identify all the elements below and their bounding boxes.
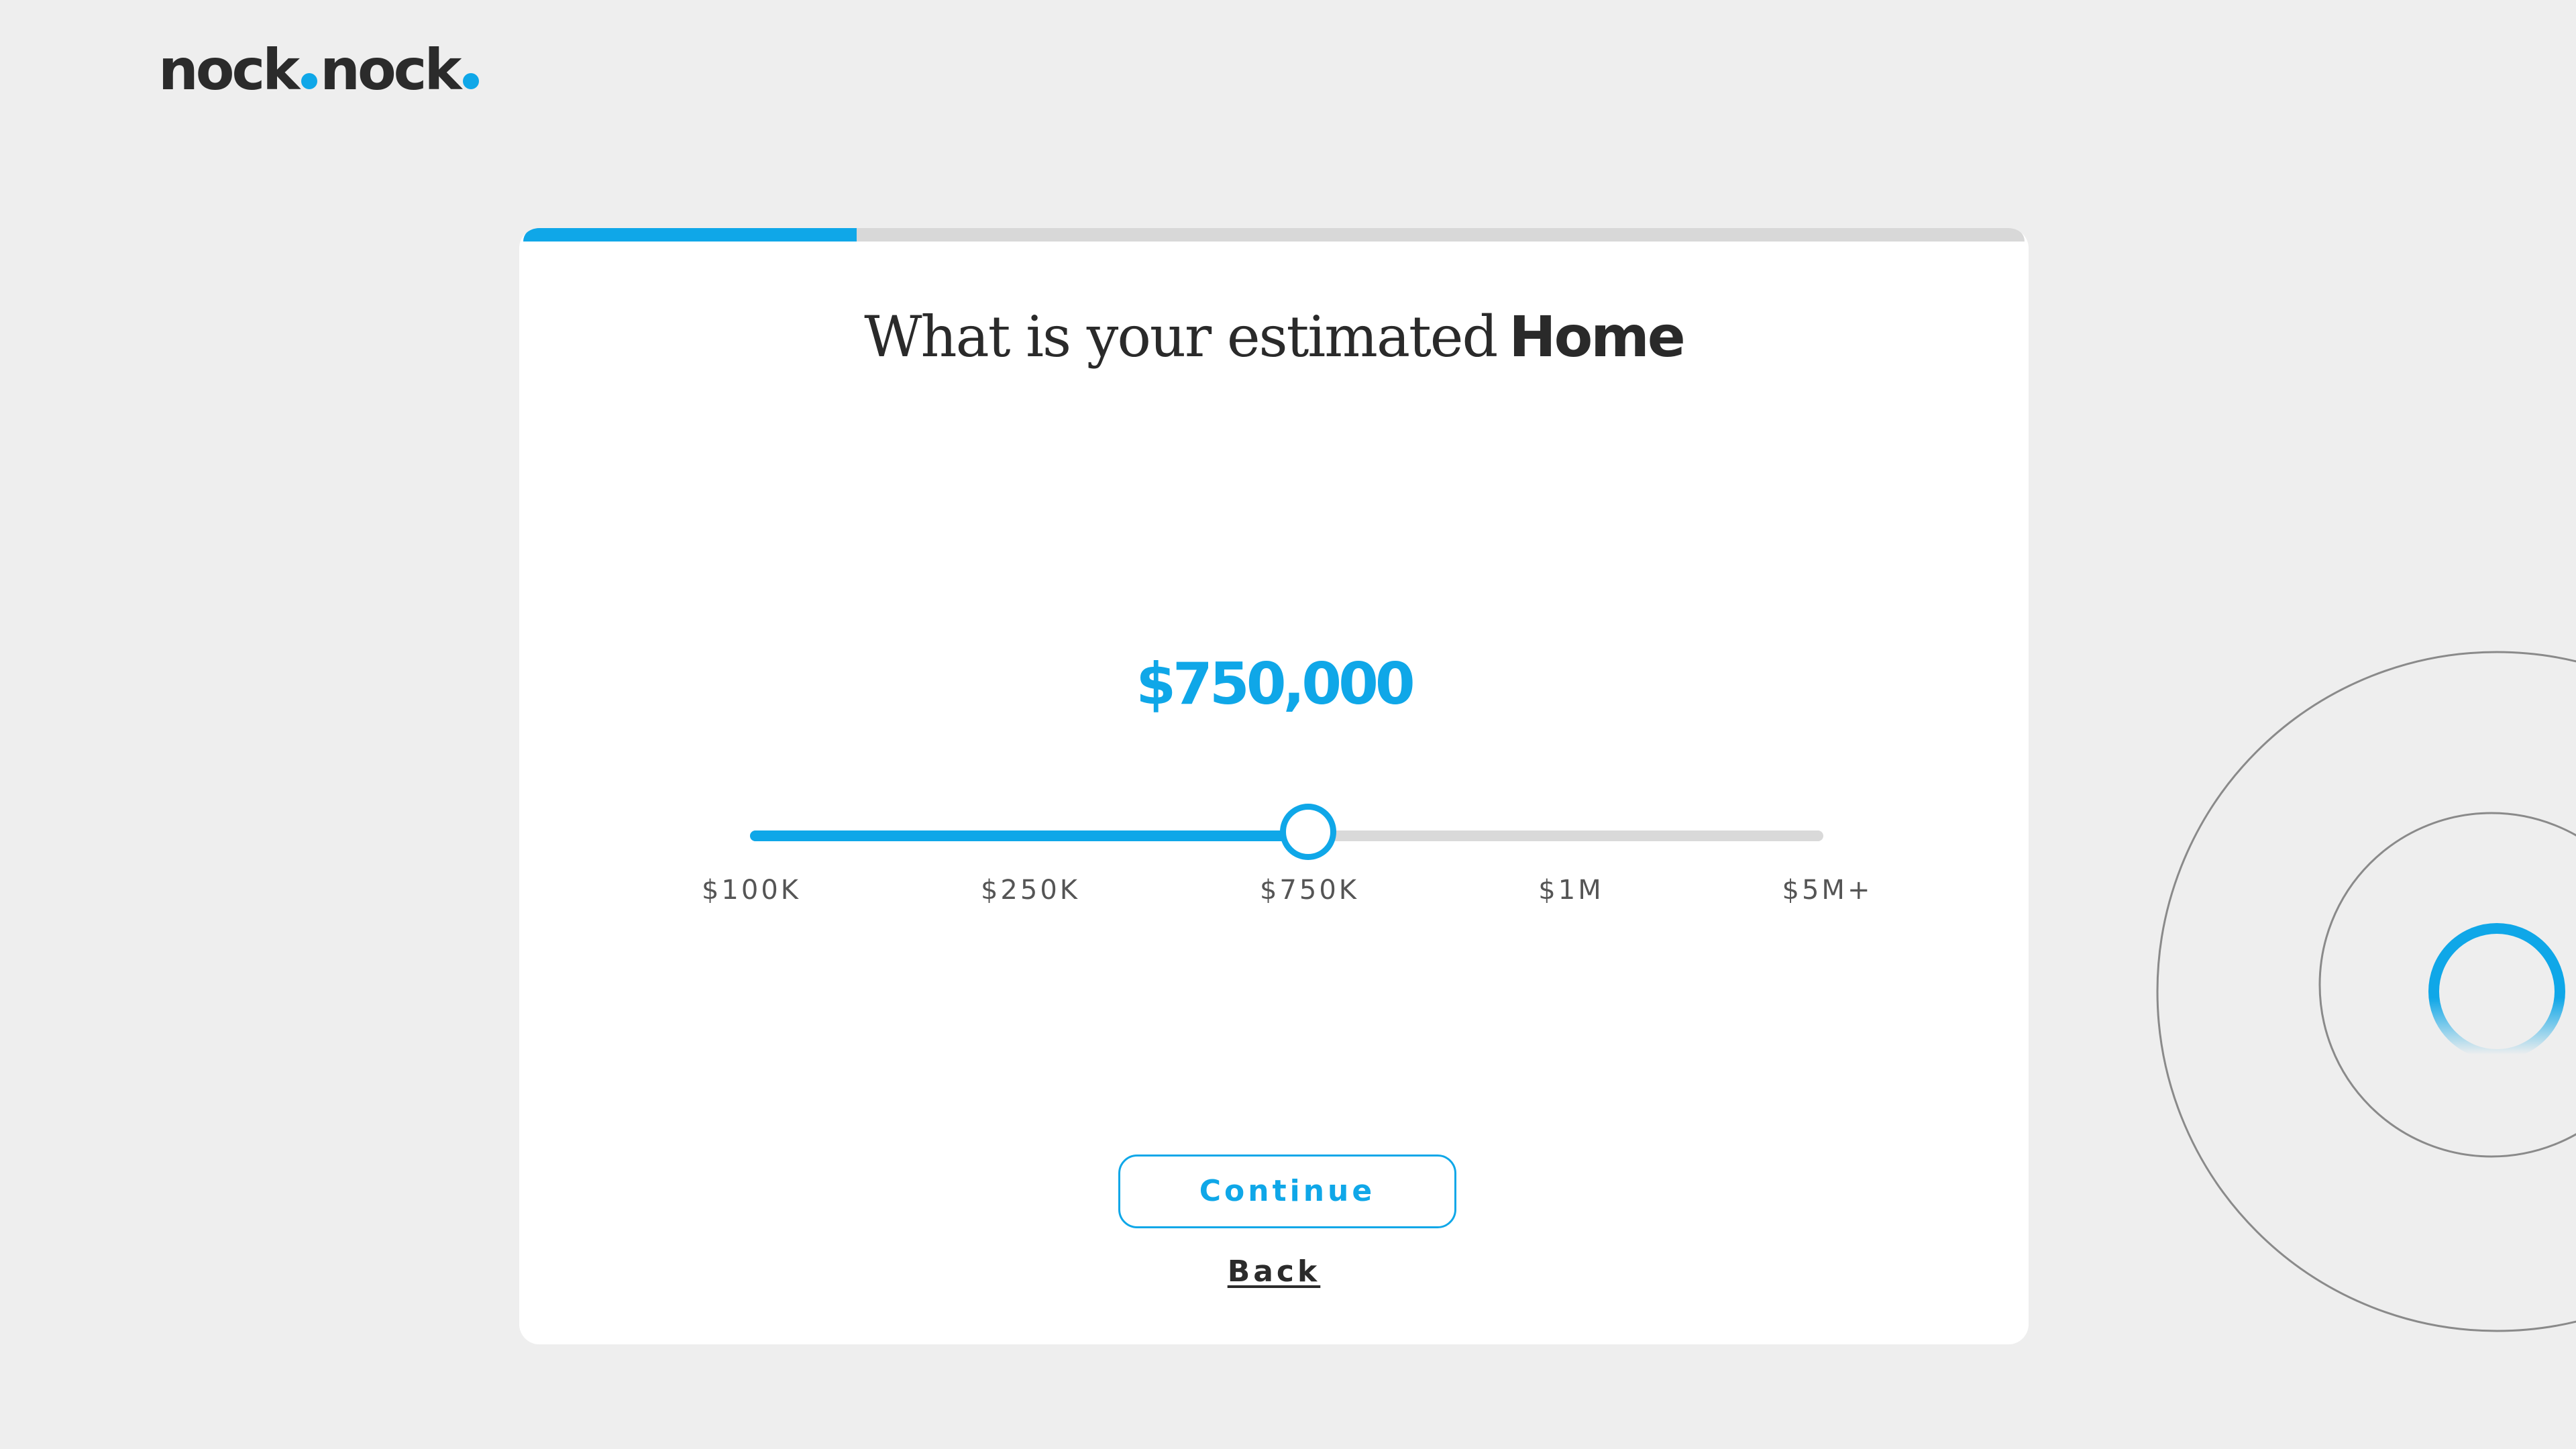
tick-label-100k: $100K <box>701 875 802 906</box>
tick-label-250k: $250K <box>980 875 1081 906</box>
continue-button[interactable]: Continue <box>1118 1155 1456 1228</box>
progress-bar-fill <box>523 228 857 241</box>
page: nock nock What is your estimated Home $75… <box>0 0 2576 1449</box>
back-link-label[interactable]: Back <box>1228 1254 1321 1289</box>
question-emphasis: Home <box>1509 304 1686 370</box>
spinner-ring-icon <box>2428 923 2565 1060</box>
tick-label-1m: $1M <box>1538 875 1604 906</box>
question-card: What is your estimated Home $750,000 $100… <box>519 228 2029 1344</box>
slider-fill <box>750 830 1308 841</box>
tick-label-5m: $5M+ <box>1782 875 1873 906</box>
slider-thumb[interactable] <box>1280 804 1336 860</box>
back-link[interactable]: Back <box>519 1254 2029 1289</box>
selected-amount: $750,000 <box>1136 651 1415 718</box>
question-title: What is your estimated Home <box>519 303 2029 371</box>
home-value-slider[interactable] <box>750 804 1823 860</box>
question-text: What is your estimated <box>864 304 1498 370</box>
tick-label-750k: $750K <box>1259 875 1360 906</box>
progress-bar <box>523 228 2025 241</box>
inner-ring <box>2318 812 2576 1158</box>
outer-ring <box>2156 651 2576 1332</box>
